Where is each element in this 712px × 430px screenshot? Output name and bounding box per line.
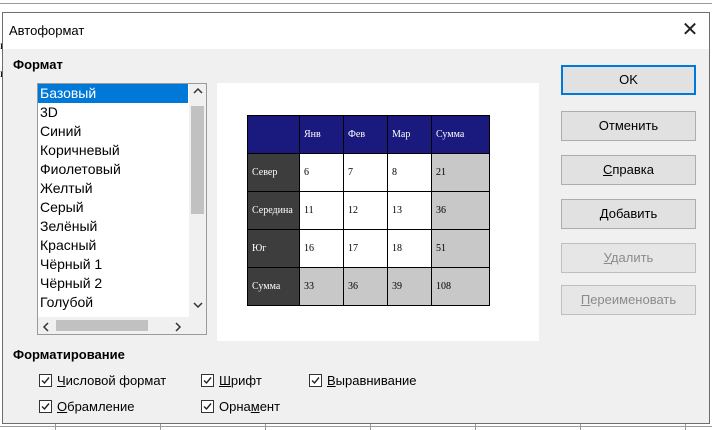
- preview-header-row: Янв Фев Мар Сумма: [247, 115, 490, 154]
- preview-cell: 12: [343, 191, 388, 230]
- close-icon[interactable]: ✕: [679, 19, 701, 41]
- preview-column-header: Сумма: [431, 115, 490, 154]
- preview-total-cell: 39: [387, 267, 432, 306]
- format-listbox[interactable]: Базовый 3D Синий Коричневый Фиолетовый Ж…: [37, 83, 207, 335]
- preview-sum-row: Сумма 33 36 39 108: [247, 267, 490, 306]
- font-checkbox[interactable]: Шрифт: [201, 373, 262, 388]
- preview-corner-cell: [247, 115, 300, 154]
- rename-label: ереименовать: [590, 292, 677, 307]
- preview-column-header: Мар: [387, 115, 432, 154]
- preview-row-header: Середина: [247, 191, 300, 230]
- horizontal-scroll-thumb[interactable]: [56, 320, 148, 331]
- preview-cell: 8: [387, 153, 432, 192]
- delete-button[interactable]: Удалить: [561, 243, 696, 273]
- vertical-scrollbar[interactable]: [189, 84, 206, 317]
- autoformat-dialog: Автоформат ✕ Формат Базовый 3D Синий Кор…: [2, 12, 710, 424]
- add-label: обавить: [608, 206, 658, 221]
- pattern-mnemonic: м: [250, 399, 260, 414]
- checkbox-checked-icon[interactable]: [201, 374, 214, 387]
- scroll-left-icon[interactable]: [42, 320, 50, 334]
- preview-total-cell: 21: [431, 153, 490, 192]
- formatting-label: Форматирование: [13, 347, 125, 362]
- format-list-item[interactable]: Чёрный 1: [38, 255, 206, 274]
- format-preview: Янв Фев Мар Сумма Север 6 7 8 21 Середин…: [217, 83, 539, 341]
- preview-total-cell: 36: [431, 191, 490, 230]
- delete-label: далить: [610, 250, 654, 265]
- format-list-item[interactable]: Зелёный: [38, 217, 206, 236]
- add-mnemonic: Д: [599, 206, 609, 221]
- preview-cell: 7: [343, 153, 388, 192]
- ok-button[interactable]: OK: [561, 65, 696, 95]
- format-list-item[interactable]: Фиолетовый: [38, 160, 206, 179]
- preview-column-header: Фев: [343, 115, 388, 154]
- horizontal-scrollbar[interactable]: [38, 317, 189, 334]
- borders-mnemonic: О: [57, 399, 68, 414]
- format-label: Формат: [13, 57, 63, 72]
- background-gridline: [0, 3, 712, 4]
- preview-row-header: Сумма: [247, 267, 300, 306]
- checkbox-checked-icon[interactable]: [39, 374, 52, 387]
- preview-row: Север 6 7 8 21: [247, 153, 490, 192]
- alignment-mnemonic: В: [327, 373, 336, 388]
- preview-row: Середина 11 12 13 36: [247, 191, 490, 230]
- format-list-item[interactable]: Базовый: [38, 84, 188, 103]
- format-list-item[interactable]: Голубой: [38, 293, 206, 312]
- format-list-item[interactable]: Синий: [38, 122, 206, 141]
- preview-column-header: Янв: [299, 115, 344, 154]
- format-list-item[interactable]: Коричневый: [38, 141, 206, 160]
- preview-total-cell: 36: [343, 267, 388, 306]
- number-format-checkbox[interactable]: Числовой формат: [39, 373, 166, 388]
- scroll-right-icon[interactable]: [174, 320, 182, 334]
- format-list-item[interactable]: 3D: [38, 103, 206, 122]
- format-list-item[interactable]: Красный: [38, 236, 206, 255]
- format-list-item[interactable]: Серый: [38, 198, 206, 217]
- font-label: рифт: [230, 373, 262, 388]
- preview-total-cell: 33: [299, 267, 344, 306]
- pattern-label-start: Орна: [219, 399, 251, 414]
- number-format-label: исловой формат: [65, 373, 167, 388]
- font-mnemonic: Ш: [219, 373, 231, 388]
- help-label: правка: [612, 162, 654, 177]
- format-list-item[interactable]: Желтый: [38, 179, 206, 198]
- scroll-down-icon[interactable]: [189, 300, 206, 312]
- vertical-scroll-thumb[interactable]: [191, 106, 204, 214]
- preview-cell: 17: [343, 229, 388, 268]
- pattern-checkbox[interactable]: Орна м ент: [201, 399, 280, 414]
- help-mnemonic: С: [603, 162, 613, 177]
- checkbox-checked-icon[interactable]: [309, 374, 322, 387]
- number-format-mnemonic: Ч: [57, 373, 66, 388]
- preview-cell: 11: [299, 191, 344, 230]
- delete-mnemonic: У: [603, 250, 611, 265]
- preview-row: Юг 16 17 18 51: [247, 229, 490, 268]
- cancel-button[interactable]: Отменить: [561, 111, 696, 141]
- preview-total-cell: 51: [431, 229, 490, 268]
- preview-row-header: Север: [247, 153, 300, 192]
- preview-table: Янв Фев Мар Сумма Север 6 7 8 21 Середин…: [247, 115, 490, 306]
- checkbox-checked-icon[interactable]: [39, 400, 52, 413]
- scroll-up-icon[interactable]: [189, 86, 206, 98]
- borders-checkbox[interactable]: Обрамление: [39, 399, 134, 414]
- rename-mnemonic: П: [580, 292, 591, 307]
- preview-cell: 16: [299, 229, 344, 268]
- preview-total-cell: 108: [431, 267, 490, 306]
- help-button[interactable]: Справка: [561, 155, 696, 185]
- dialog-title: Автоформат: [9, 23, 85, 38]
- format-list-item[interactable]: Чёрный 2: [38, 274, 206, 293]
- rename-button[interactable]: Переименовать: [561, 285, 696, 315]
- add-button[interactable]: Добавить: [561, 199, 696, 229]
- title-bar: Автоформат ✕: [3, 13, 709, 49]
- checkbox-checked-icon[interactable]: [201, 400, 214, 413]
- pattern-label-end: ент: [259, 399, 281, 414]
- format-list: Базовый 3D Синий Коричневый Фиолетовый Ж…: [38, 84, 206, 312]
- scroll-corner: [189, 317, 206, 334]
- preview-cell: 6: [299, 153, 344, 192]
- preview-cell: 13: [387, 191, 432, 230]
- preview-row-header: Юг: [247, 229, 300, 268]
- alignment-checkbox[interactable]: Выравнивание: [309, 373, 416, 388]
- borders-label: брамление: [67, 399, 135, 414]
- background-gridline: [0, 426, 712, 427]
- alignment-label: ыравнивание: [335, 373, 417, 388]
- preview-cell: 18: [387, 229, 432, 268]
